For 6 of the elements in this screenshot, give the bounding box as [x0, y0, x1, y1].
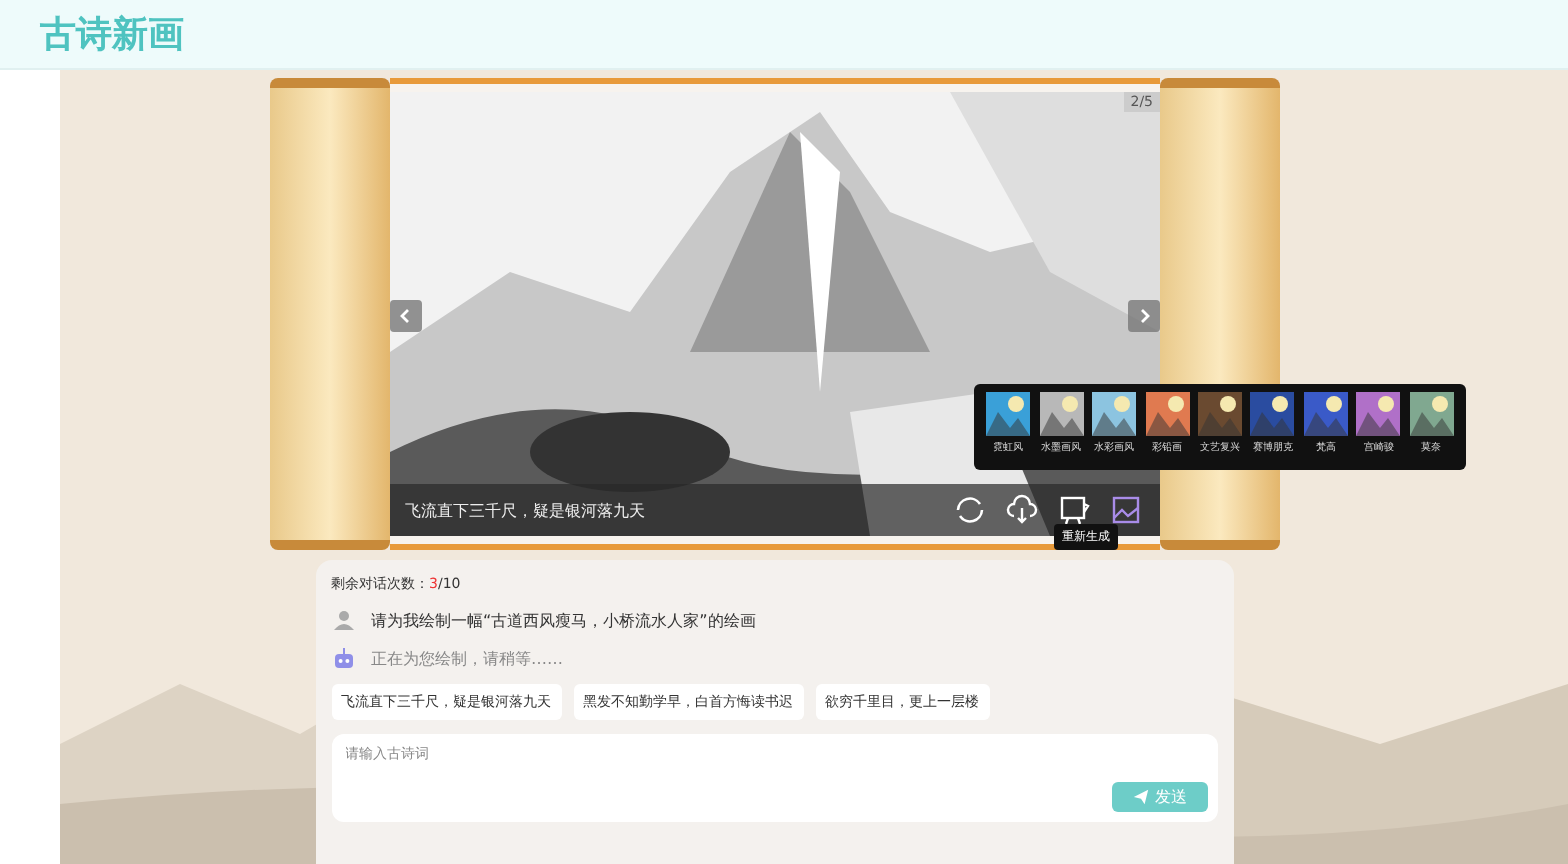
chat-message: 正在为您绘制，请稍等……: [371, 647, 563, 669]
user-icon: [331, 608, 355, 632]
app-title: 古诗新画: [40, 12, 184, 58]
robot-icon: [331, 646, 355, 670]
send-icon: [1131, 788, 1149, 806]
chat-message: 请为我绘制一幅“古道西风瘦马，小桥流水人家”的绘画: [371, 609, 756, 631]
